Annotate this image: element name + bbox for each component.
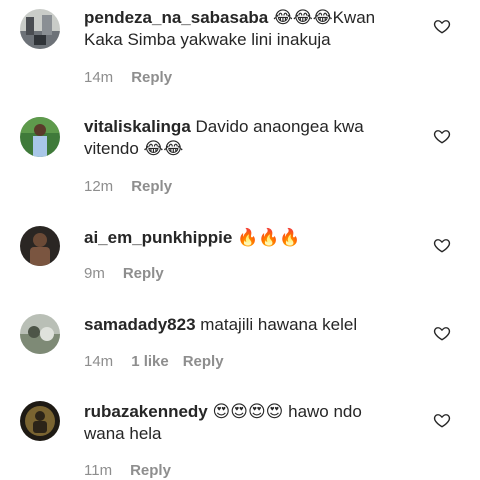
comment-meta: 14m Reply	[84, 69, 186, 86]
comment-username[interactable]: ai_em_punkhippie	[84, 228, 232, 247]
comment-text: 🔥🔥🔥	[237, 228, 301, 247]
comment-time: 12m	[84, 178, 114, 195]
comment-body: ai_em_punkhippie 🔥🔥🔥	[84, 227, 384, 249]
heart-outline-icon[interactable]	[433, 324, 451, 342]
heart-outline-icon[interactable]	[433, 17, 451, 35]
comment-time: 14m	[84, 69, 114, 86]
reply-button[interactable]: Reply	[131, 178, 172, 195]
comment-meta: 12m Reply	[84, 178, 186, 195]
comment-username[interactable]: pendeza_na_sabasaba	[84, 8, 268, 27]
avatar[interactable]	[20, 314, 60, 354]
comment-time: 9m	[84, 265, 105, 282]
comment-time: 11m	[84, 462, 113, 479]
heart-outline-icon[interactable]	[433, 127, 451, 145]
heart-outline-icon[interactable]	[433, 411, 451, 429]
avatar[interactable]	[20, 9, 60, 49]
comment-username[interactable]: rubazakennedy	[84, 402, 208, 421]
comment-username[interactable]: vitaliskalinga	[84, 117, 191, 136]
comment-meta: 14m 1 like Reply	[84, 353, 238, 370]
avatar[interactable]	[20, 401, 60, 441]
comment-body: pendeza_na_sabasaba 😂😂😂Kwan Kaka Simba y…	[84, 7, 384, 51]
comment-body: samadady823 matajili hawana kelel	[84, 314, 384, 336]
comment-username[interactable]: samadady823	[84, 315, 196, 334]
reply-button[interactable]: Reply	[130, 462, 171, 479]
comment-body: rubazakennedy 😍😍😍😍 hawo ndo wana hela	[84, 401, 384, 445]
reply-button[interactable]: Reply	[183, 353, 224, 370]
comment-body: vitaliskalinga Davido anaongea kwa viten…	[84, 116, 384, 160]
comment-meta: 11m Reply	[84, 462, 185, 479]
avatar[interactable]	[20, 117, 60, 157]
comment-text: matajili hawana kelel	[200, 315, 358, 334]
reply-button[interactable]: Reply	[131, 69, 172, 86]
likes-count[interactable]: 1 like	[131, 353, 169, 370]
avatar[interactable]	[20, 226, 60, 266]
comment-time: 14m	[84, 353, 114, 370]
heart-outline-icon[interactable]	[433, 236, 451, 254]
reply-button[interactable]: Reply	[123, 265, 164, 282]
comment-meta: 9m Reply	[84, 265, 178, 282]
